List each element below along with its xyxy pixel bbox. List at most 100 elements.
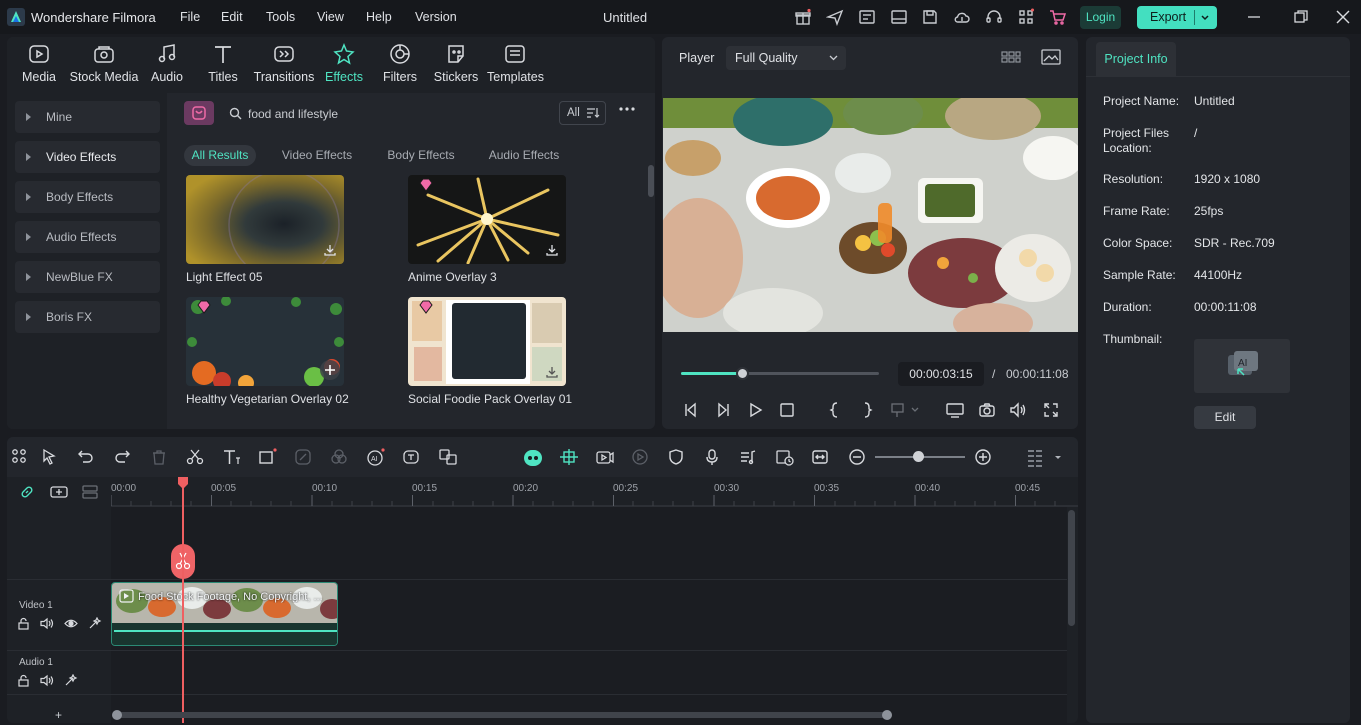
menu-edit[interactable]: Edit <box>221 10 243 24</box>
smart-toggle-icon[interactable] <box>523 448 542 466</box>
menu-help[interactable]: Help <box>366 10 392 24</box>
playhead-line[interactable] <box>182 481 184 723</box>
grid-view-icon[interactable] <box>1001 49 1021 65</box>
cut-scissors-icon[interactable] <box>186 448 204 466</box>
chip-video-effects[interactable]: Video Effects <box>273 145 361 166</box>
close-icon[interactable] <box>1335 9 1351 25</box>
more-options-icon[interactable] <box>618 106 636 112</box>
library-scrollbar[interactable] <box>648 165 654 197</box>
category-mine[interactable]: Mine <box>15 101 160 133</box>
track-mute-icon[interactable] <box>40 617 54 630</box>
tab-titles[interactable]: Titles <box>203 43 243 84</box>
timeline-horizontal-scrollbar[interactable] <box>117 712 892 718</box>
menu-file[interactable]: File <box>180 10 200 24</box>
cart-icon[interactable] <box>1049 8 1067 26</box>
track-ai-icon[interactable] <box>64 674 78 687</box>
tab-media[interactable]: Media <box>19 43 59 84</box>
minimize-icon[interactable] <box>1246 9 1262 25</box>
current-timecode[interactable]: 00:00:03:15 <box>898 362 984 386</box>
scrollbar-right-handle[interactable] <box>882 710 892 720</box>
more-options-vertical-icon[interactable] <box>1026 448 1044 467</box>
track-lock-icon[interactable] <box>17 617 30 630</box>
playback-scrubber-handle[interactable] <box>736 367 749 380</box>
timeline-vertical-scrollbar[interactable] <box>1068 510 1075 626</box>
tab-stock-media[interactable]: Stock Media <box>67 43 141 84</box>
login-button[interactable]: Login <box>1080 6 1121 29</box>
filter-dropdown[interactable]: All <box>559 101 606 125</box>
add-track-icon[interactable] <box>49 484 69 500</box>
tab-filters[interactable]: Filters <box>380 43 420 84</box>
download-icon[interactable] <box>545 365 559 379</box>
play-range-icon[interactable] <box>631 448 649 466</box>
video-clip[interactable]: Food Stock Footage, No Copyright, ... <box>111 582 338 646</box>
delete-icon[interactable] <box>150 448 168 466</box>
display-icon[interactable] <box>945 401 964 419</box>
tasks-icon[interactable] <box>858 8 876 26</box>
menu-tools[interactable]: Tools <box>266 10 295 24</box>
chip-audio-effects[interactable]: Audio Effects <box>479 145 569 166</box>
effect-card[interactable]: Healthy Vegetarian Overlay 02 <box>186 297 349 406</box>
category-video-effects[interactable]: Video Effects <box>15 141 160 173</box>
playhead-handle[interactable] <box>177 476 189 490</box>
audio-mixer-icon[interactable] <box>739 448 757 466</box>
mark-in-icon[interactable] <box>826 401 844 419</box>
fit-timeline-icon[interactable] <box>811 448 829 466</box>
category-body-effects[interactable]: Body Effects <box>15 181 160 213</box>
effect-card[interactable]: Social Foodie Pack Overlay 01 <box>408 297 572 406</box>
track-manager-icon[interactable] <box>81 484 99 500</box>
auto-caption-icon[interactable] <box>402 448 420 466</box>
save-icon[interactable] <box>921 8 939 26</box>
layout-grid-icon[interactable] <box>11 448 29 466</box>
tab-stickers[interactable]: Stickers <box>433 43 479 84</box>
effect-card[interactable]: Anime Overlay 3 <box>408 175 566 284</box>
crop-icon[interactable] <box>258 448 277 466</box>
chevron-down-icon[interactable] <box>1053 448 1071 466</box>
next-frame-icon[interactable] <box>714 401 732 419</box>
snap-magnet-icon[interactable] <box>559 448 578 466</box>
microphone-icon[interactable] <box>703 448 721 466</box>
favorites-button[interactable] <box>184 101 214 125</box>
camera-snapshot-icon[interactable] <box>978 401 996 419</box>
search-input[interactable] <box>248 105 548 123</box>
apps-grid-icon[interactable] <box>1017 8 1035 26</box>
marker-icon[interactable] <box>890 401 919 419</box>
chip-body-effects[interactable]: Body Effects <box>378 145 464 166</box>
quality-dropdown[interactable]: Full Quality <box>726 46 846 70</box>
undo-icon[interactable] <box>77 448 95 466</box>
chevron-down-icon[interactable] <box>1200 6 1210 29</box>
gift-icon[interactable] <box>794 8 812 26</box>
tab-transitions[interactable]: Transitions <box>253 43 315 84</box>
text-icon[interactable] <box>222 448 240 466</box>
ai-tools-icon[interactable]: AI <box>366 448 385 466</box>
zoom-out-icon[interactable] <box>848 448 866 466</box>
volume-icon[interactable] <box>1009 401 1027 419</box>
cloud-upload-icon[interactable] <box>953 8 971 26</box>
stop-icon[interactable] <box>778 401 796 419</box>
category-audio-effects[interactable]: Audio Effects <box>15 221 160 253</box>
menu-view[interactable]: View <box>317 10 344 24</box>
effect-card[interactable]: Light Effect 05 <box>186 175 344 284</box>
layout-icon[interactable] <box>890 8 908 26</box>
scrollbar-left-handle[interactable] <box>112 710 122 720</box>
track-visibility-icon[interactable] <box>64 617 78 630</box>
export-button[interactable]: Export <box>1137 6 1217 29</box>
category-boris-fx[interactable]: Boris FX <box>15 301 160 333</box>
speed-icon[interactable] <box>294 448 312 466</box>
restore-icon[interactable] <box>1293 9 1309 25</box>
tab-templates[interactable]: Templates <box>487 43 544 84</box>
fullscreen-icon[interactable] <box>1042 401 1060 419</box>
menu-version[interactable]: Version <box>415 10 457 24</box>
edit-thumbnail-button[interactable]: Edit <box>1194 406 1256 429</box>
tab-audio[interactable]: Audio <box>147 43 187 84</box>
track-lock-icon[interactable] <box>17 674 30 687</box>
mark-out-icon[interactable] <box>858 401 876 419</box>
send-icon[interactable] <box>826 8 844 26</box>
add-track-button[interactable]: + <box>55 708 62 722</box>
download-icon[interactable] <box>323 243 337 257</box>
chip-all-results[interactable]: All Results <box>184 145 256 166</box>
zoom-in-icon[interactable] <box>974 448 992 466</box>
tab-project-info[interactable]: Project Info <box>1096 42 1176 76</box>
scene-detect-icon[interactable] <box>775 448 794 466</box>
video-preview[interactable] <box>663 98 1078 332</box>
add-icon[interactable] <box>320 360 340 380</box>
